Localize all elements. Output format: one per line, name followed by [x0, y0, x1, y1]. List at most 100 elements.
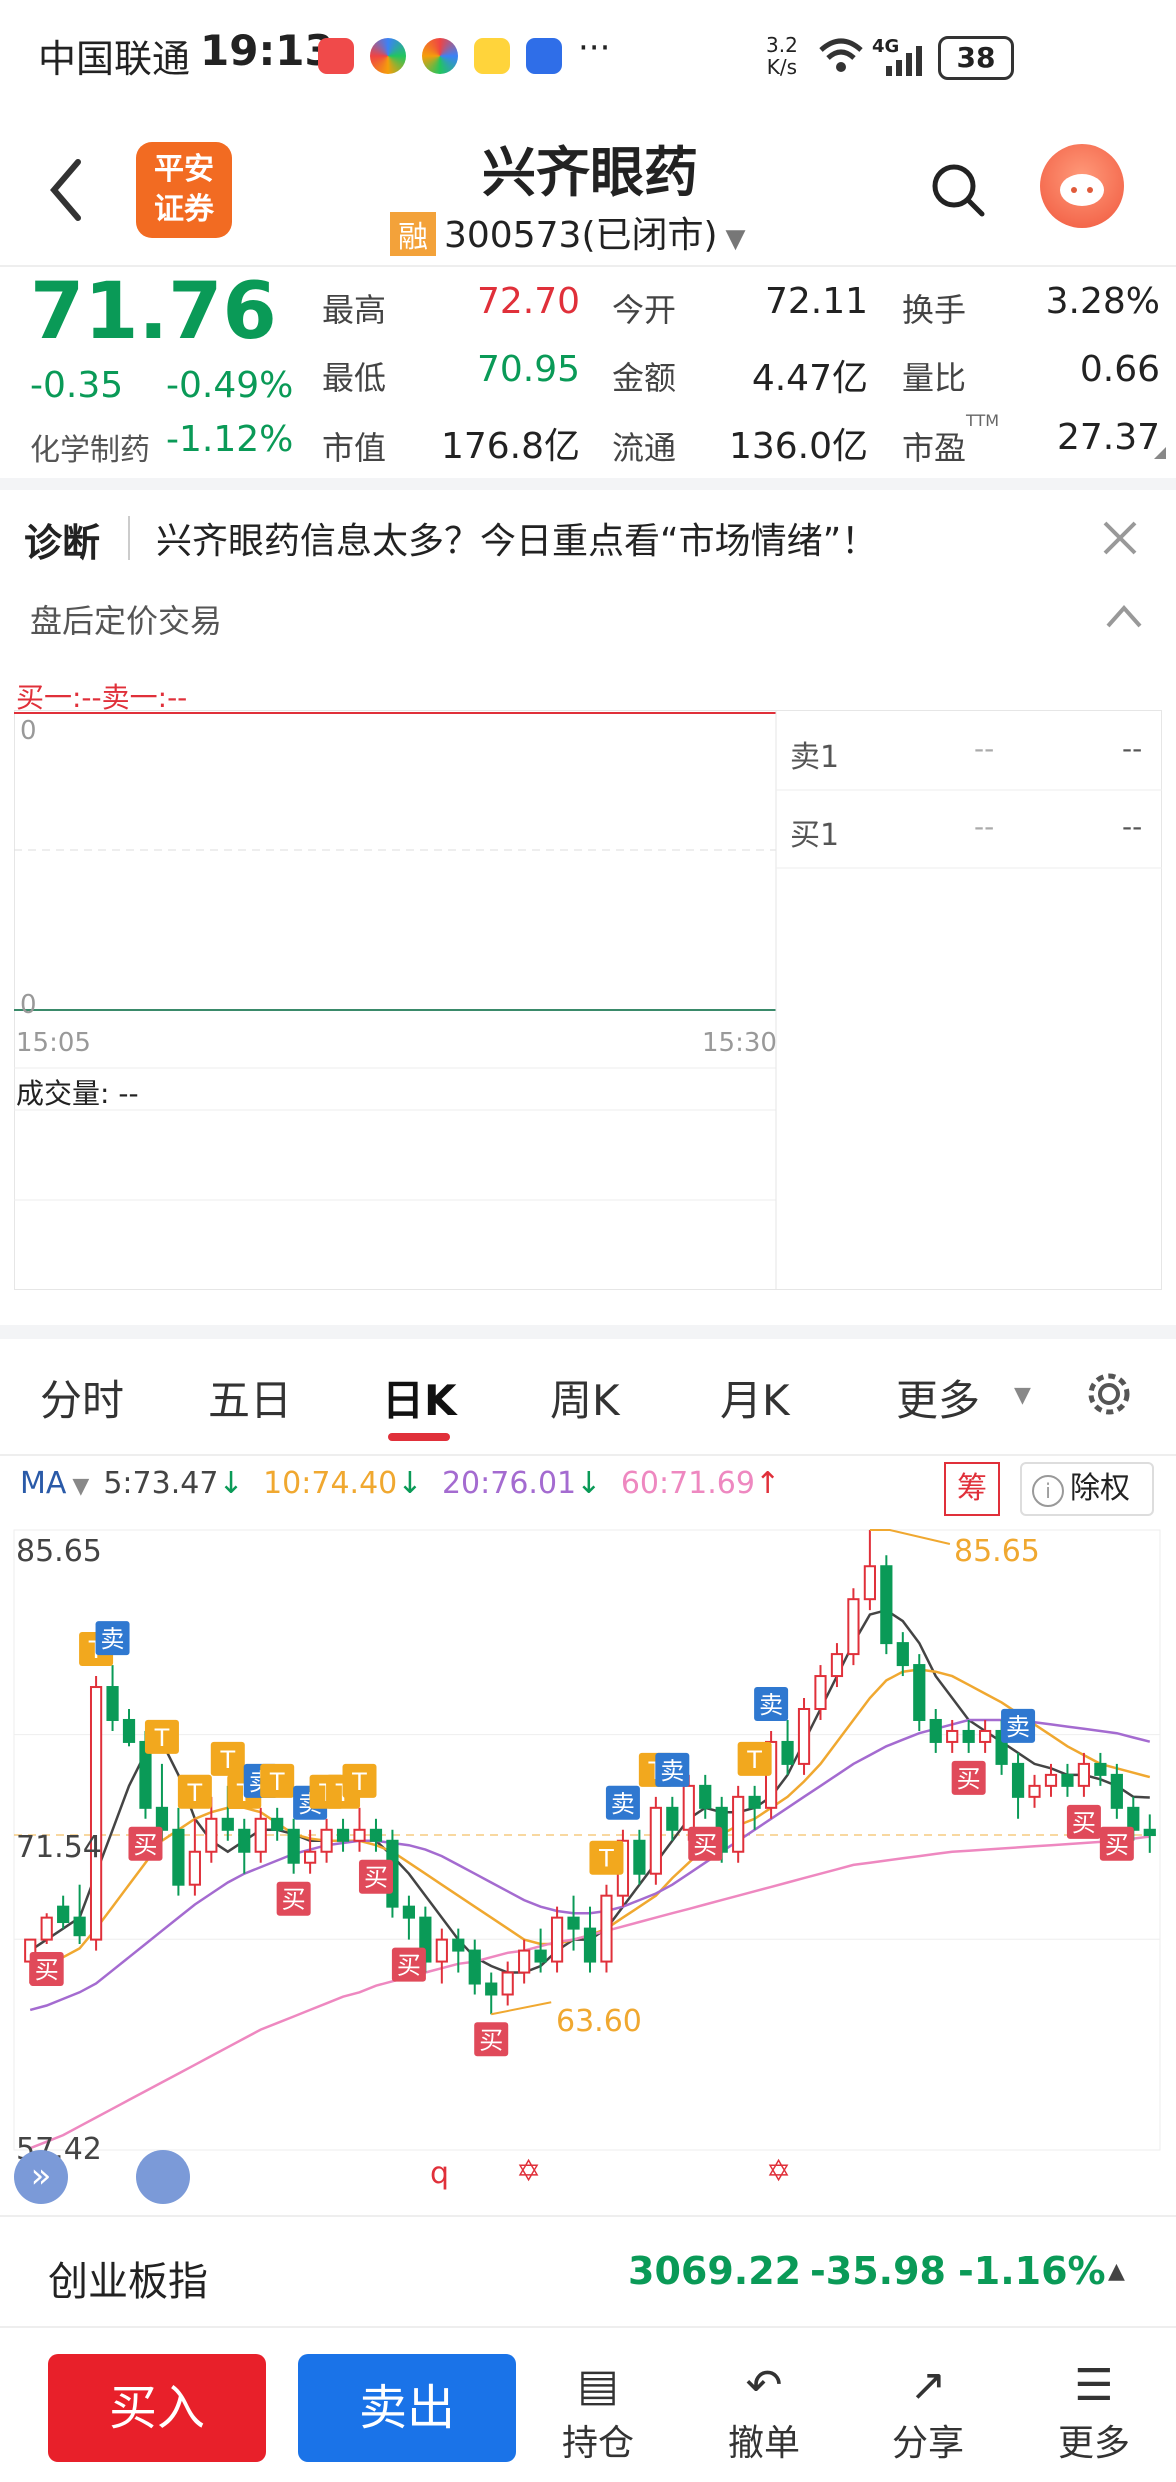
- y-axis-top-label: 85.65: [16, 1534, 102, 1569]
- star-marker-icon[interactable]: ✡: [516, 2154, 541, 2189]
- event-marker-icon[interactable]: q: [430, 2156, 449, 2191]
- candle-body: [221, 1817, 234, 1831]
- close-icon[interactable]: [1100, 518, 1140, 558]
- ma10-down-arrow-icon: ↓: [397, 1466, 423, 1501]
- ma-dropdown-icon[interactable]: ▼: [72, 1474, 89, 1499]
- index-value: 3069.22: [628, 2249, 802, 2293]
- low-label: 最低: [322, 359, 387, 397]
- holdings-button[interactable]: ▤ 持仓: [538, 2358, 658, 2466]
- tab-more[interactable]: 更多: [896, 1367, 980, 1428]
- open-label: 今开: [612, 291, 677, 329]
- expand-corner-icon[interactable]: [1154, 447, 1166, 459]
- float-label: 流通: [612, 429, 677, 467]
- signal-text: 买: [35, 1956, 59, 1984]
- candle-body: [155, 1806, 169, 1831]
- pe-value: 27.37: [1056, 417, 1160, 458]
- candle-body: [830, 1653, 844, 1678]
- expand-up-icon[interactable]: ▲: [1108, 2259, 1125, 2284]
- ma5-down-arrow-icon: ↓: [218, 1466, 244, 1501]
- signal-text: 买: [1072, 1809, 1096, 1837]
- share-button[interactable]: ↗ 分享: [868, 2358, 988, 2466]
- net-speed-value: 3.2: [766, 33, 798, 57]
- fullscreen-icon[interactable]: [136, 2150, 190, 2204]
- colorful-app-icon: [370, 38, 406, 74]
- candle-body: [122, 1718, 136, 1743]
- mktcap-value: 176.8亿: [440, 426, 580, 467]
- fast-forward-icon[interactable]: »: [14, 2150, 68, 2204]
- chip-distribution-button[interactable]: 筹: [944, 1462, 1000, 1516]
- divider: [128, 516, 130, 560]
- signal-text: 买: [397, 1952, 421, 1980]
- price-change: -0.35: [30, 365, 124, 406]
- index-name: 创业板指: [48, 2259, 208, 2305]
- ex-rights-button[interactable]: i 除权: [1020, 1462, 1154, 1516]
- battery-indicator: 38: [938, 36, 1014, 80]
- diagnosis-banner[interactable]: 诊断 兴齐眼药信息太多？今日重点看“市场情绪”！: [0, 478, 1176, 590]
- collapse-chevron-icon[interactable]: [1104, 602, 1144, 632]
- candle-body: [271, 1817, 284, 1831]
- y-axis-mid-label: 71.54: [16, 1830, 102, 1865]
- tab-monthly-k[interactable]: 月K: [720, 1367, 790, 1428]
- candle-body: [402, 1905, 416, 1919]
- more-dropdown-icon[interactable]: ▼: [1014, 1383, 1031, 1408]
- stock-code-selector[interactable]: 融 300573(已闭市) ▼: [390, 206, 746, 258]
- search-icon[interactable]: [930, 162, 986, 218]
- pe-label: 市盈: [902, 429, 967, 467]
- min-price-label: 63.60: [556, 2004, 642, 2039]
- index-ticker[interactable]: 创业板指 3069.22 -35.98 -1.16% ▲: [0, 2215, 1176, 2327]
- net-speed: 3.2 K/s: [766, 34, 798, 78]
- share-label: 分享: [891, 2423, 964, 2464]
- candle-body: [320, 1828, 333, 1853]
- logo-line-2: 证券: [154, 192, 214, 227]
- k-line-chart[interactable]: 买T卖买TTTT卖T买卖TTT买买买T卖T卖买T卖买卖买买 85.65 71.5…: [0, 1520, 1176, 2220]
- candle-body: [304, 1850, 317, 1864]
- candle-body: [863, 1565, 876, 1601]
- star-marker-icon-2[interactable]: ✡: [766, 2154, 791, 2189]
- after-hours-chart-frame: [14, 710, 1162, 1290]
- candle-body: [172, 1828, 185, 1886]
- colorful-app-icon-2: [422, 38, 458, 74]
- vol-ratio-label: 量比: [902, 359, 967, 397]
- turnover-value: 3.28%: [1045, 281, 1160, 322]
- sell1-volume: --: [1122, 732, 1143, 765]
- candle-body: [518, 1949, 531, 1974]
- sell1-label: 卖1: [790, 740, 840, 775]
- yellow-app-icon: [474, 38, 510, 74]
- back-arrow-icon[interactable]: [48, 158, 84, 222]
- amount-value: 4.47亿: [751, 358, 868, 399]
- clock: 19:13: [200, 26, 334, 75]
- tab-five-day[interactable]: 五日: [208, 1367, 292, 1428]
- after-hours-chart: 0 0 15:05 15:30 成交量: -- 卖1 -- -- 买1 -- -…: [14, 710, 1162, 1290]
- buy1-price: --: [974, 810, 995, 843]
- logo-line-1: 平安: [154, 152, 214, 187]
- tab-intraday[interactable]: 分时: [40, 1367, 124, 1428]
- candle-body: [880, 1565, 893, 1645]
- buy-button[interactable]: 买入: [48, 2354, 266, 2462]
- ma-label: MA: [20, 1466, 67, 1501]
- high-value: 72.70: [476, 281, 580, 322]
- assistant-avatar[interactable]: [1040, 144, 1124, 228]
- candle-body: [781, 1740, 794, 1765]
- max-connector: [869, 1529, 951, 1545]
- sell-button[interactable]: 卖出: [298, 2354, 516, 2462]
- candle-body: [913, 1664, 926, 1721]
- chat-face-icon: [1060, 174, 1104, 206]
- candle-body: [699, 1784, 712, 1809]
- settings-gear-icon[interactable]: [1084, 1369, 1134, 1419]
- cancel-order-button[interactable]: ↶ 撤单: [704, 2358, 824, 2466]
- tab-weekly-k[interactable]: 周K: [550, 1367, 620, 1428]
- blue-app-icon: [526, 38, 562, 74]
- candle-body: [336, 1828, 350, 1842]
- signal-text: 卖: [1006, 1713, 1030, 1741]
- candle-body: [485, 1982, 498, 1996]
- ma20-value: 20:76.01: [441, 1466, 577, 1501]
- more-button[interactable]: ☰ 更多: [1034, 2358, 1154, 2466]
- sector-name[interactable]: 化学制药: [30, 425, 150, 469]
- candle-body: [896, 1642, 909, 1667]
- amount-label: 金额: [612, 359, 677, 397]
- after-hours-header[interactable]: 盘后定价交易: [0, 578, 1176, 658]
- candle-body: [979, 1729, 992, 1743]
- k-line-svg: 买T卖买TTTT卖T买卖TTT买买买T卖T卖买T卖买卖买买: [13, 1529, 1161, 2151]
- tab-daily-k[interactable]: 日K: [382, 1367, 457, 1428]
- huawei-app-icon: [318, 38, 354, 74]
